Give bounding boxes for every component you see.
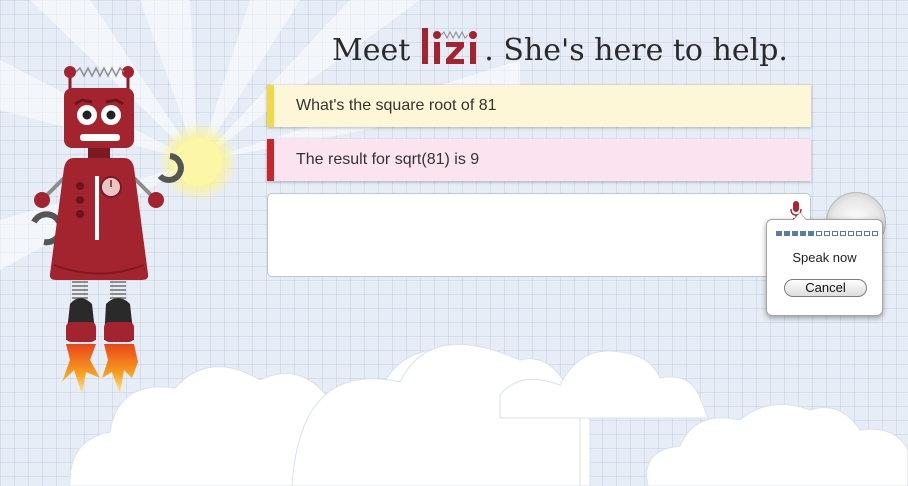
level-segment: [856, 231, 862, 236]
robot-mascot: [31, 66, 184, 394]
page-headline: Meet lizi . She's here to help.: [332, 20, 788, 72]
level-segment: [800, 231, 806, 236]
tagline-text: . She's here to help.: [484, 33, 788, 68]
level-segment: [832, 231, 838, 236]
level-segment: [784, 231, 790, 236]
question-input[interactable]: [267, 193, 811, 277]
voice-input-popup: Speak now Cancel: [766, 212, 883, 316]
level-segment: [840, 231, 846, 236]
cancel-button[interactable]: Cancel: [784, 279, 867, 297]
level-segment: [792, 231, 798, 236]
level-segment: [872, 231, 878, 236]
level-segment: [824, 231, 830, 236]
user-question-card: What's the square root of 81: [267, 85, 811, 127]
audio-level-meter: [776, 231, 878, 236]
assistant-answer-card: The result for sqrt(81) is 9: [267, 139, 811, 181]
level-segment: [808, 231, 814, 236]
level-segment: [776, 231, 782, 236]
level-segment: [816, 231, 822, 236]
level-segment: [848, 231, 854, 236]
answer-text: The result for sqrt(81) is 9: [296, 151, 480, 168]
question-text: What's the square root of 81: [296, 97, 497, 114]
speak-now-label: Speak now: [792, 250, 857, 265]
meet-text: Meet: [332, 33, 411, 68]
level-segment: [864, 231, 870, 236]
lizi-logo: lizi: [422, 28, 478, 64]
